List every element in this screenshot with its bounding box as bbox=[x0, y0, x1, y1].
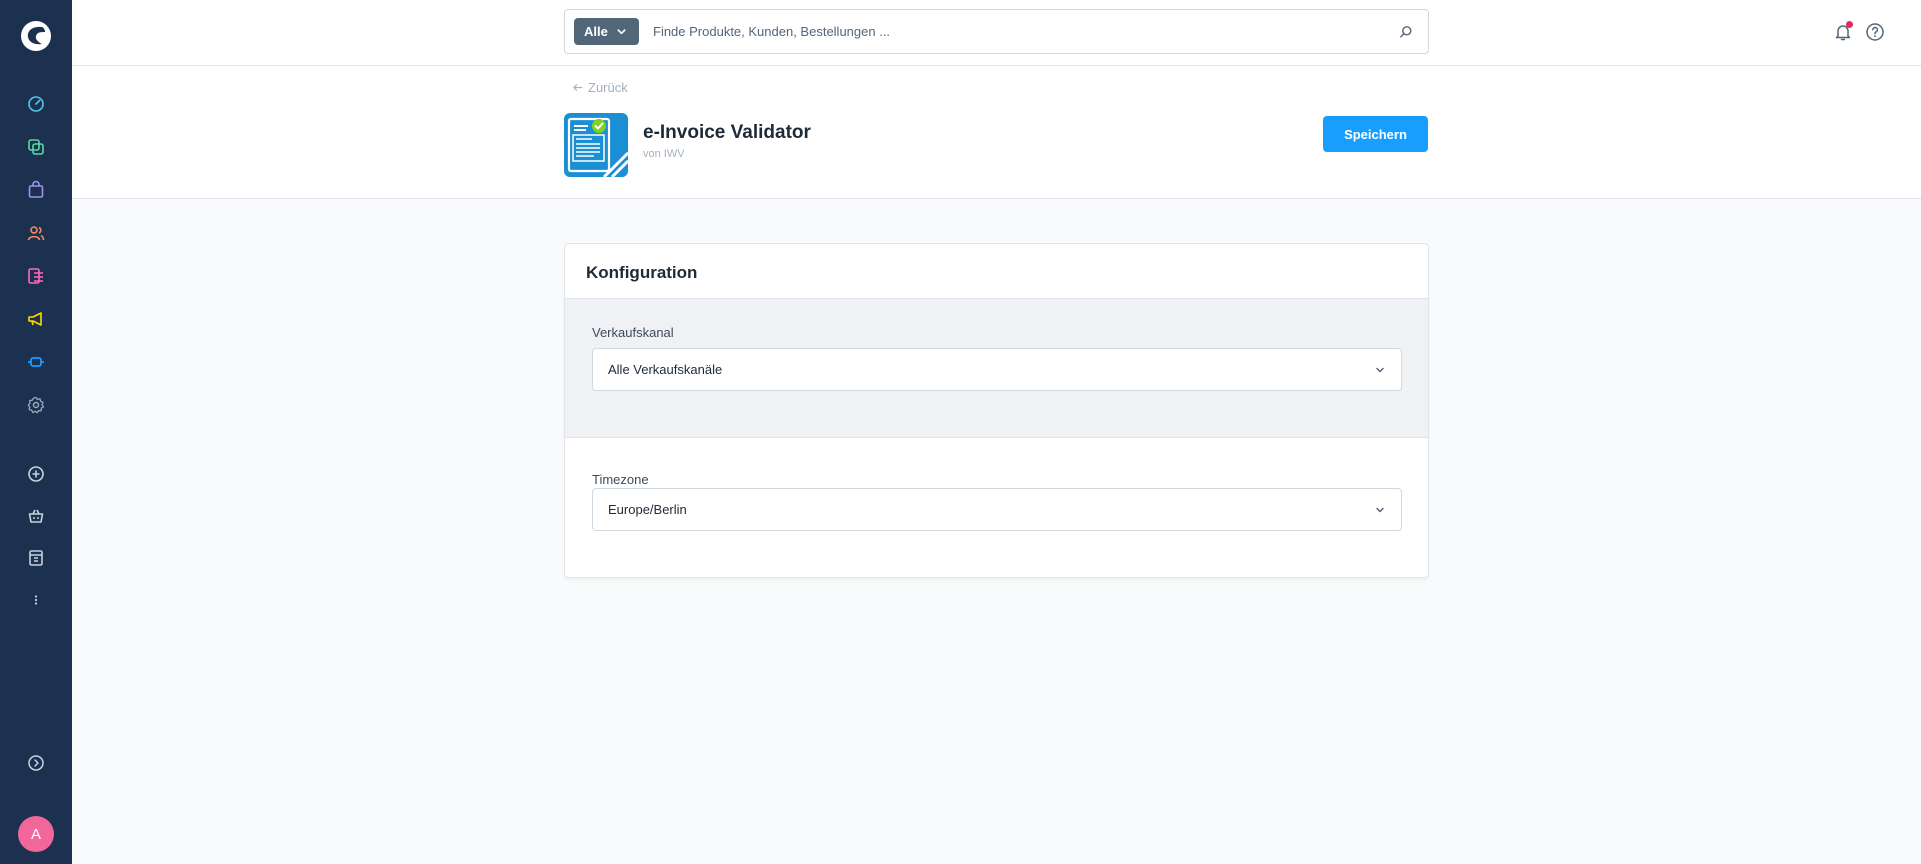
timezone-value: Europe/Berlin bbox=[608, 502, 687, 517]
arrow-left-icon bbox=[573, 84, 583, 91]
notifications-bell-icon[interactable] bbox=[1831, 20, 1855, 44]
settings-icon[interactable] bbox=[20, 389, 52, 421]
headless-icon[interactable] bbox=[20, 542, 52, 574]
page-header: Zurück e-Invoice Validator von IWV Speic… bbox=[72, 66, 1921, 199]
app-title: e-Invoice Validator bbox=[643, 122, 811, 143]
notification-badge bbox=[1846, 21, 1853, 28]
global-search: Alle bbox=[564, 9, 1429, 54]
sales-channel-value: Alle Verkaufskanäle bbox=[608, 362, 723, 377]
search-type-dropdown[interactable]: Alle bbox=[574, 18, 639, 45]
extensions-icon[interactable] bbox=[20, 346, 52, 378]
storefront-icon[interactable] bbox=[20, 500, 52, 532]
add-sales-channel-icon[interactable] bbox=[20, 458, 52, 490]
sales-channel-label: Verkaufskanal bbox=[592, 325, 674, 340]
top-bar: Alle bbox=[72, 0, 1921, 66]
app-logo-icon bbox=[564, 113, 628, 177]
back-link[interactable]: Zurück bbox=[572, 80, 628, 95]
more-icon[interactable] bbox=[20, 584, 52, 616]
help-icon[interactable] bbox=[1863, 20, 1887, 44]
search-input[interactable] bbox=[653, 18, 1373, 45]
marketing-icon[interactable] bbox=[20, 303, 52, 335]
timezone-select[interactable]: Europe/Berlin bbox=[592, 488, 1402, 531]
save-button[interactable]: Speichern bbox=[1323, 116, 1428, 152]
collapse-icon[interactable] bbox=[20, 747, 52, 779]
chevron-down-icon bbox=[1376, 507, 1384, 513]
orders-icon[interactable] bbox=[20, 174, 52, 206]
sidebar: A bbox=[0, 0, 72, 864]
catalogues-icon[interactable] bbox=[20, 131, 52, 163]
search-type-label: Alle bbox=[584, 24, 608, 39]
sales-channel-select[interactable]: Alle Verkaufskanäle bbox=[592, 348, 1402, 391]
chevron-down-icon bbox=[1376, 367, 1384, 373]
configuration-card: Konfiguration Verkaufskanal Alle Verkauf… bbox=[564, 243, 1429, 578]
avatar[interactable]: A bbox=[18, 816, 54, 852]
search-icon[interactable] bbox=[1396, 22, 1416, 42]
sales-channel-section: Verkaufskanal Alle Verkaufskanäle bbox=[565, 298, 1428, 438]
card-title: Konfiguration bbox=[586, 263, 698, 282]
content-icon[interactable] bbox=[20, 260, 52, 292]
back-link-label: Zurück bbox=[588, 80, 628, 95]
chevron-down-icon bbox=[617, 29, 626, 35]
app-vendor: von IWV bbox=[643, 148, 685, 160]
customers-icon[interactable] bbox=[20, 217, 52, 249]
shopware-logo-icon[interactable] bbox=[18, 18, 54, 54]
dashboard-icon[interactable] bbox=[20, 88, 52, 120]
timezone-label: Timezone bbox=[592, 472, 649, 487]
